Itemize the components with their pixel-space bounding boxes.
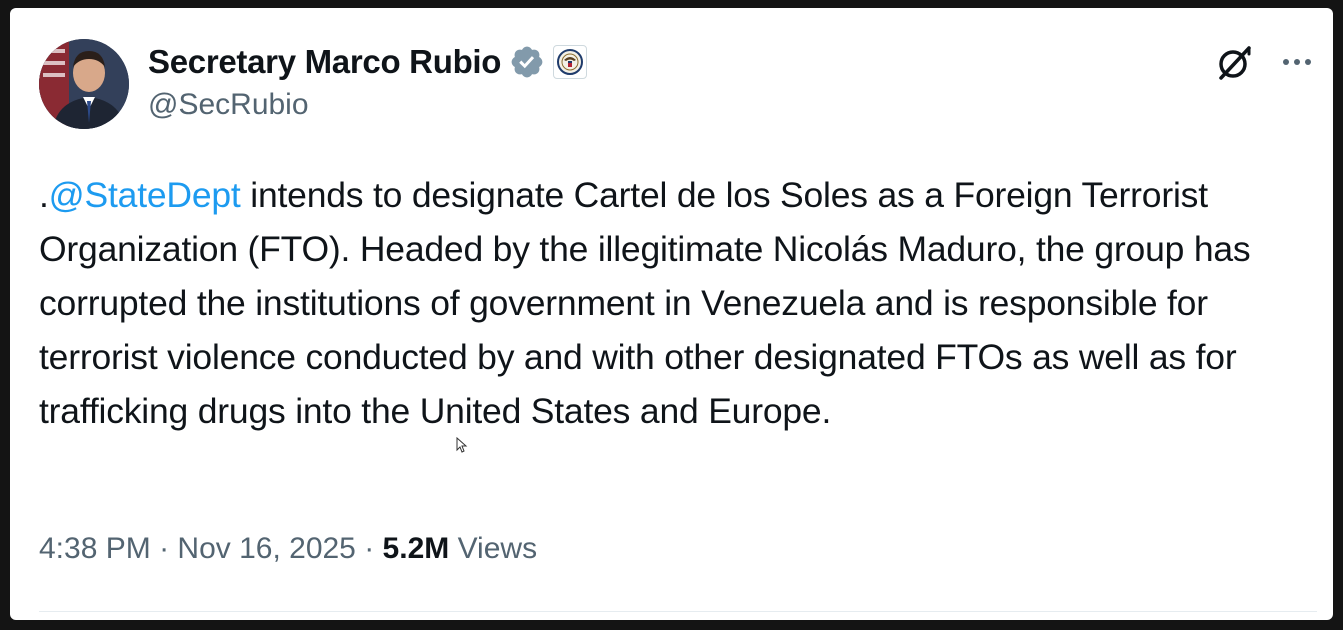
tweet-time[interactable]: 4:38 PM [39,532,151,565]
state-department-seal-icon[interactable] [553,45,588,79]
author-display-name[interactable]: Secretary Marco Rubio [148,43,501,81]
meta-separator: · [150,532,178,565]
tweet-date[interactable]: Nov 16, 2025 [177,532,355,565]
mouse-cursor-icon [456,437,468,453]
grok-icon[interactable] [1215,42,1255,82]
avatar-photo [39,39,129,129]
divider [39,611,1317,612]
tweet-prefix: . [39,175,49,215]
meta-separator: · [355,532,383,565]
tweet-card: Secretary Marco Rubio @SecRubio .@StateD… [10,8,1333,620]
author-handle[interactable]: @SecRubio [148,88,309,122]
more-options-icon[interactable] [1280,50,1314,74]
views-label: Views [449,532,538,565]
avatar[interactable] [39,39,129,129]
views-count: 5.2M [382,532,450,565]
tweet-meta: 4:38 PM · Nov 16, 2025 · 5.2M Views [39,532,537,566]
mention-link[interactable]: @StateDept [49,175,241,215]
verified-badge-icon[interactable] [509,44,545,80]
tweet-text: .@StateDept intends to designate Cartel … [39,168,1324,438]
author-name-row: Secretary Marco Rubio [148,42,588,82]
